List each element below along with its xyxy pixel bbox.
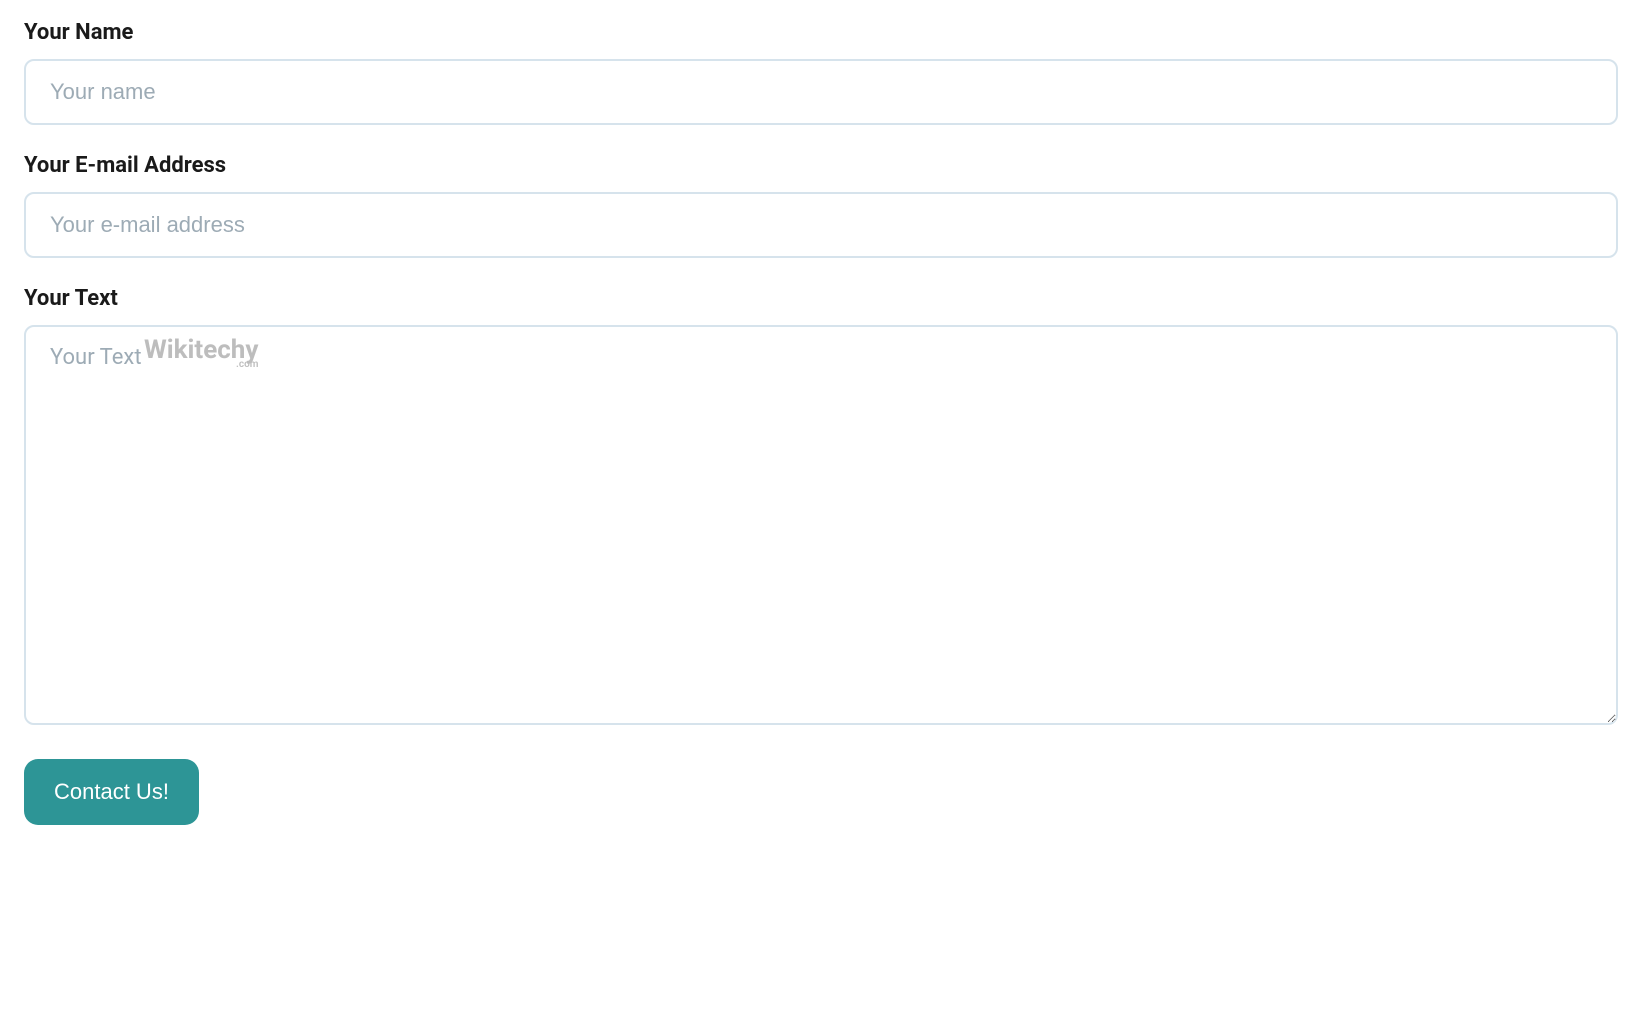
name-label: Your Name (24, 20, 1618, 45)
text-textarea[interactable] (24, 325, 1618, 725)
contact-form: Your Name Your E-mail Address Your Text … (24, 20, 1618, 825)
email-field-group: Your E-mail Address (24, 153, 1618, 258)
text-label: Your Text (24, 286, 1618, 311)
text-field-group: Your Text Wikitechy .com (24, 286, 1618, 729)
submit-button[interactable]: Contact Us! (24, 759, 199, 825)
email-input[interactable] (24, 192, 1618, 258)
email-label: Your E-mail Address (24, 153, 1618, 178)
name-field-group: Your Name (24, 20, 1618, 125)
name-input[interactable] (24, 59, 1618, 125)
